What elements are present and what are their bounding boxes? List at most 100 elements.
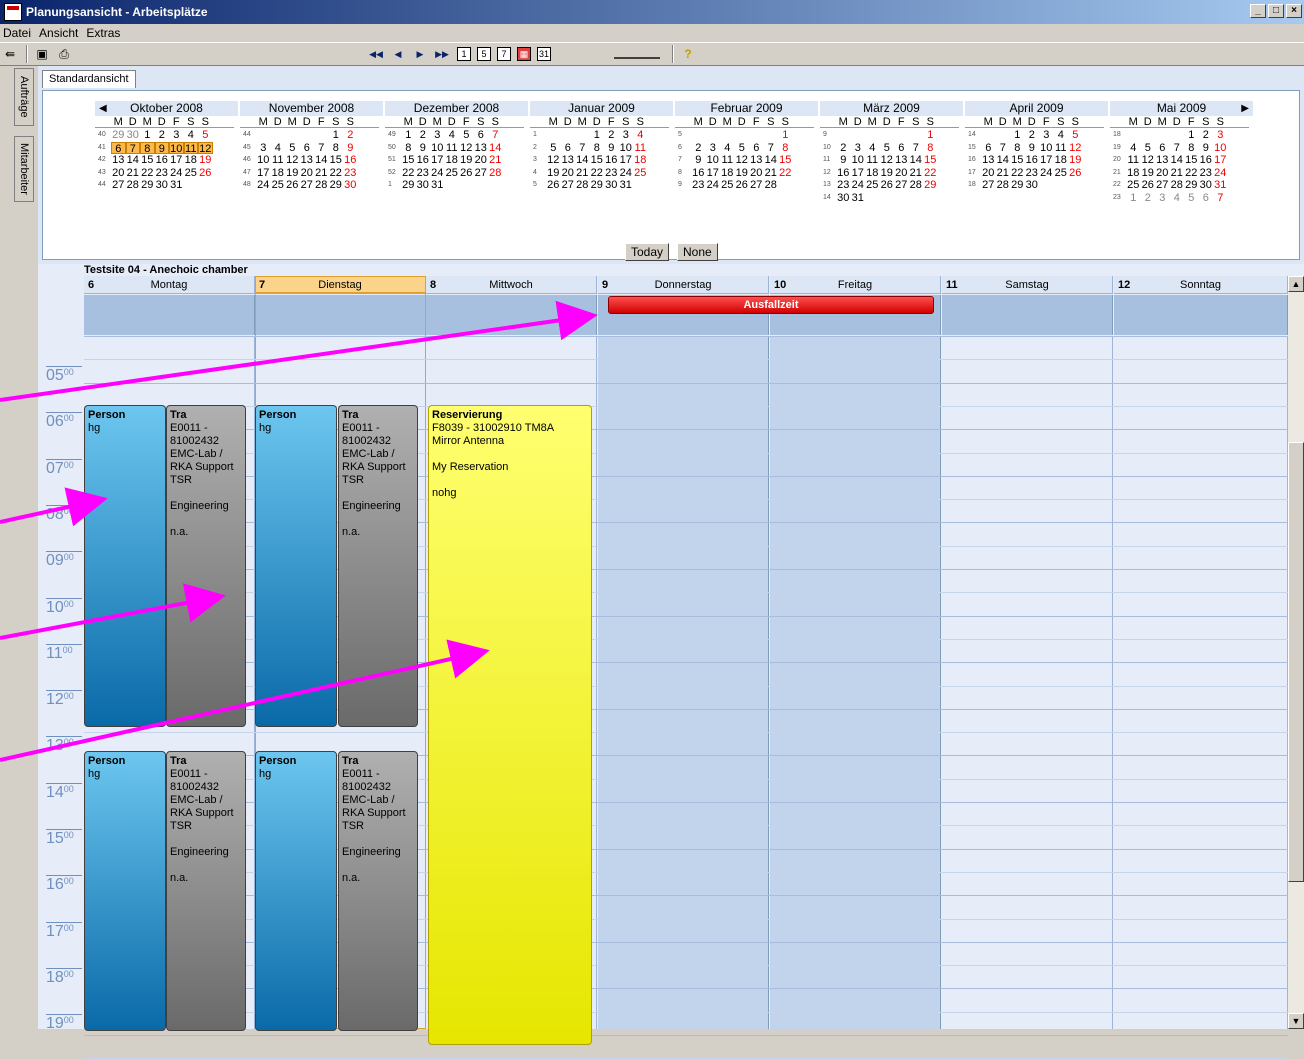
save-icon[interactable]: ▣: [32, 44, 52, 64]
day-cell[interactable]: 26: [546, 179, 561, 192]
day-cell[interactable]: 21: [575, 167, 590, 180]
allday-cell[interactable]: [255, 295, 426, 335]
day-header-freitag[interactable]: 10 Freitag: [770, 276, 941, 294]
day-cell[interactable]: 23: [1199, 167, 1214, 180]
day-cell[interactable]: 19: [285, 167, 300, 180]
day-cell[interactable]: 1: [329, 129, 344, 142]
tab-standardansicht[interactable]: Standardansicht: [42, 70, 136, 88]
day-cell[interactable]: 11: [271, 154, 286, 167]
day-cell[interactable]: 28: [764, 179, 779, 192]
day-cell[interactable]: [633, 179, 648, 192]
day-cell[interactable]: 14: [909, 154, 924, 167]
day-cell[interactable]: 18: [1054, 154, 1069, 167]
day-cell[interactable]: 10: [169, 141, 184, 155]
day-cell[interactable]: 27: [561, 179, 576, 192]
day-cell[interactable]: [880, 129, 895, 142]
vertical-scrollbar[interactable]: ▲ ▼: [1288, 276, 1304, 1029]
day-header-samstag[interactable]: 11 Samstag: [942, 276, 1113, 294]
day-cell[interactable]: 7: [1213, 192, 1228, 205]
day-cell[interactable]: 31: [169, 179, 184, 192]
day-cell[interactable]: 10: [430, 142, 445, 155]
day-cell[interactable]: 25: [1126, 179, 1141, 192]
day-cell[interactable]: 13: [894, 154, 909, 167]
day-cell[interactable]: 27: [300, 179, 315, 192]
day-cell[interactable]: 9: [1025, 142, 1040, 155]
day-cell[interactable]: 7: [1170, 142, 1185, 155]
day-cell[interactable]: 22: [590, 167, 605, 180]
day-cell[interactable]: 31: [851, 192, 866, 205]
day-cell[interactable]: 15: [1010, 154, 1025, 167]
exit-icon[interactable]: ⇚: [0, 44, 20, 64]
view-month-icon[interactable]: 31: [537, 47, 551, 61]
day-cell[interactable]: 24: [619, 167, 634, 180]
day-cell[interactable]: 21: [996, 167, 1011, 180]
day-cell[interactable]: 11: [1126, 154, 1141, 167]
day-cell[interactable]: 25: [865, 179, 880, 192]
day-cell[interactable]: 17: [169, 154, 184, 167]
day-cell[interactable]: 21: [488, 154, 503, 167]
day-cell[interactable]: 7: [125, 141, 140, 155]
day-cell[interactable]: 16: [416, 154, 431, 167]
day-cell[interactable]: 30: [126, 129, 141, 142]
day-cell[interactable]: 2: [416, 129, 431, 142]
day-cell[interactable]: 10: [706, 154, 721, 167]
day-cell[interactable]: 5: [285, 142, 300, 155]
day-cell[interactable]: 13: [561, 154, 576, 167]
day-cell[interactable]: 4: [1126, 142, 1141, 155]
day-cell[interactable]: 3: [706, 142, 721, 155]
day-column[interactable]: [1114, 336, 1288, 1029]
day-cell[interactable]: 5: [459, 129, 474, 142]
day-cell[interactable]: 12: [880, 154, 895, 167]
day-cell[interactable]: [1126, 129, 1141, 142]
allday-cell[interactable]: [84, 295, 255, 335]
day-cell[interactable]: 3: [430, 129, 445, 142]
day-cell[interactable]: 16: [836, 167, 851, 180]
day-cell[interactable]: 1: [590, 129, 605, 142]
day-cell[interactable]: 26: [285, 179, 300, 192]
day-cell[interactable]: 19: [1141, 167, 1156, 180]
day-cell[interactable]: 11: [720, 154, 735, 167]
day-cell[interactable]: 3: [851, 142, 866, 155]
day-cell[interactable]: 1: [1010, 129, 1025, 142]
day-cell[interactable]: 20: [894, 167, 909, 180]
day-cell[interactable]: 23: [836, 179, 851, 192]
day-cell[interactable]: 1: [1126, 192, 1141, 205]
day-cell[interactable]: 27: [894, 179, 909, 192]
day-cell[interactable]: 2: [1141, 192, 1156, 205]
day-cell[interactable]: 29: [140, 179, 155, 192]
day-cell[interactable]: 27: [111, 179, 126, 192]
tab-auftraege[interactable]: Aufträge: [14, 68, 34, 126]
day-cell[interactable]: 1: [778, 129, 793, 142]
day-cell[interactable]: 15: [923, 154, 938, 167]
day-cell[interactable]: 9: [604, 142, 619, 155]
day-cell[interactable]: 4: [865, 142, 880, 155]
day-cell[interactable]: [1054, 179, 1069, 192]
day-cell[interactable]: 2: [155, 129, 170, 142]
day-cell[interactable]: 19: [880, 167, 895, 180]
day-cell[interactable]: 24: [851, 179, 866, 192]
day-cell[interactable]: 21: [764, 167, 779, 180]
allday-cell[interactable]: [426, 295, 597, 335]
day-cell[interactable]: 15: [1184, 154, 1199, 167]
day-cell[interactable]: 29: [111, 129, 126, 142]
day-cell[interactable]: 11: [445, 142, 460, 155]
day-cell[interactable]: 5: [198, 129, 213, 142]
person-event[interactable]: Person hg: [255, 751, 337, 1031]
day-cell[interactable]: 3: [619, 129, 634, 142]
day-cell[interactable]: [894, 129, 909, 142]
day-cell[interactable]: 28: [996, 179, 1011, 192]
tra-event[interactable]: Tra E0011 -81002432 EMC-Lab / RKA Support TS…: [166, 405, 246, 727]
day-cell[interactable]: 23: [343, 167, 358, 180]
day-cell[interactable]: 5: [1068, 129, 1083, 142]
tra-event[interactable]: Tra E0011 -81002432 EMC-Lab / RKA Support TS…: [166, 751, 246, 1031]
day-cell[interactable]: 26: [1068, 167, 1083, 180]
day-cell[interactable]: 24: [169, 167, 184, 180]
view-day-icon[interactable]: 1: [457, 47, 471, 61]
day-cell[interactable]: 11: [865, 154, 880, 167]
day-cell[interactable]: 9: [1199, 142, 1214, 155]
day-cell[interactable]: 16: [691, 167, 706, 180]
day-cell[interactable]: 12: [546, 154, 561, 167]
day-cell[interactable]: 7: [575, 142, 590, 155]
day-cell[interactable]: 15: [401, 154, 416, 167]
day-cell[interactable]: [198, 179, 213, 192]
